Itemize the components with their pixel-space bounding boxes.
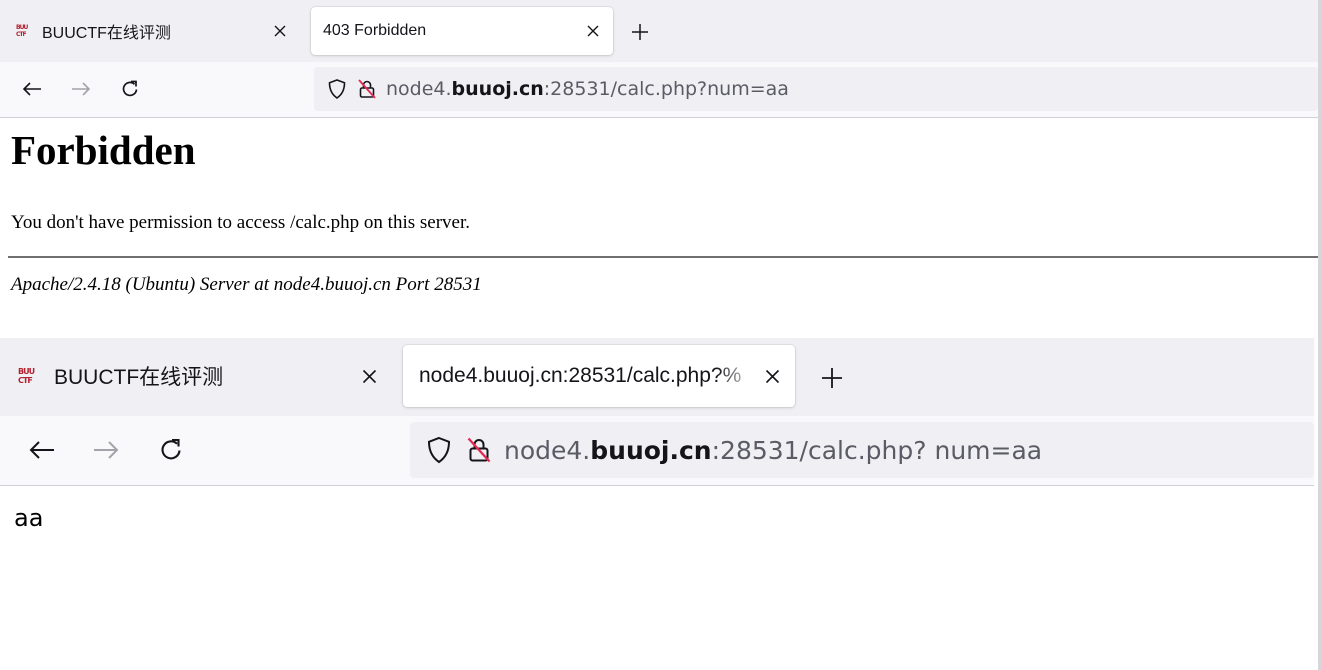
address-bar[interactable]: node4.buuoj.cn:28531/calc.php?num=aa <box>314 67 1318 111</box>
forward-button[interactable] <box>64 72 98 106</box>
svg-text:CTF: CTF <box>18 376 32 384</box>
url-path: :28531/calc.php? num=aa <box>711 435 1043 465</box>
new-tab-button[interactable] <box>815 361 849 395</box>
tab-title: BUUCTF在线评测 <box>42 25 171 42</box>
url-text: node4.buuoj.cn:28531/calc.php?num=aa <box>386 78 789 100</box>
insecure-lock-icon[interactable] <box>356 78 378 100</box>
back-button[interactable] <box>20 428 64 472</box>
divider <box>8 256 1318 258</box>
tab-title: 403 Forbidden <box>323 22 427 39</box>
close-icon[interactable] <box>581 19 605 43</box>
buuctf-favicon-icon: BUU CTF <box>16 23 34 39</box>
tab-strip: BUU CTF BUUCTF在线评测 node4.buuoj.cn:28531/c… <box>0 338 1314 416</box>
reload-icon <box>122 80 138 97</box>
new-tab-button[interactable] <box>626 18 654 46</box>
close-icon[interactable] <box>354 361 384 391</box>
insecure-lock-icon[interactable] <box>464 435 494 465</box>
forward-button[interactable] <box>84 428 128 472</box>
tab-calc[interactable]: node4.buuoj.cn:28531/calc.php?% <box>403 345 795 407</box>
page-output-text: aa <box>14 504 44 532</box>
plus-icon <box>632 24 648 40</box>
browser-window-forbidden: BUU CTF BUUCTF在线评测 403 Forbidden node4.b… <box>0 0 1318 322</box>
server-signature: Apache/2.4.18 (Ubuntu) Server at node4.b… <box>11 274 482 295</box>
url-host-domain: buuoj.cn <box>451 78 544 100</box>
url-host-prefix: node4. <box>504 435 591 465</box>
url-text: node4.buuoj.cn:28531/calc.php? num=aa <box>504 436 1042 465</box>
svg-text:BUU: BUU <box>16 24 28 31</box>
navigation-toolbar: node4.buuoj.cn:28531/calc.php? num=aa <box>0 416 1314 486</box>
arrow-left-icon <box>22 82 41 96</box>
shield-icon[interactable] <box>326 78 348 100</box>
back-button[interactable] <box>15 72 49 106</box>
navigation-toolbar: node4.buuoj.cn:28531/calc.php?num=aa <box>0 62 1318 118</box>
reload-icon <box>161 438 181 460</box>
url-host-prefix: node4. <box>386 78 452 100</box>
reload-button[interactable] <box>113 72 147 106</box>
arrow-right-icon <box>94 441 119 459</box>
page-heading: Forbidden <box>11 127 196 173</box>
tab-title: BUUCTF在线评测 <box>54 366 224 389</box>
reload-button[interactable] <box>149 428 193 472</box>
arrow-right-icon <box>72 82 91 96</box>
address-bar[interactable]: node4.buuoj.cn:28531/calc.php? num=aa <box>410 422 1314 478</box>
window-edge <box>1318 0 1322 670</box>
shield-icon[interactable] <box>424 435 454 465</box>
page-content: Forbidden You don't have permission to a… <box>0 118 1318 322</box>
tab-buuctf[interactable]: BUU CTF BUUCTF在线评测 <box>2 345 392 407</box>
arrow-left-icon <box>29 441 54 459</box>
plus-icon <box>822 368 842 388</box>
close-icon[interactable] <box>268 19 292 43</box>
svg-text:BUU: BUU <box>18 367 35 376</box>
tab-forbidden[interactable]: 403 Forbidden <box>311 7 613 55</box>
tab-buuctf[interactable]: BUU CTF BUUCTF在线评测 <box>4 7 300 55</box>
url-host-domain: buuoj.cn <box>590 435 712 465</box>
url-path: :28531/calc.php?num=aa <box>543 78 789 100</box>
tab-strip: BUU CTF BUUCTF在线评测 403 Forbidden <box>0 0 1318 62</box>
buuctf-favicon-icon: BUU CTF <box>18 366 40 387</box>
page-content: aa <box>0 486 1314 670</box>
tab-title: node4.buuoj.cn:28531/calc.php?% <box>419 364 742 387</box>
svg-text:CTF: CTF <box>16 31 26 37</box>
close-icon[interactable] <box>757 361 787 391</box>
error-message: You don't have permission to access /cal… <box>11 212 470 233</box>
browser-window-calc: BUU CTF BUUCTF在线评测 node4.buuoj.cn:28531/c… <box>0 338 1314 670</box>
